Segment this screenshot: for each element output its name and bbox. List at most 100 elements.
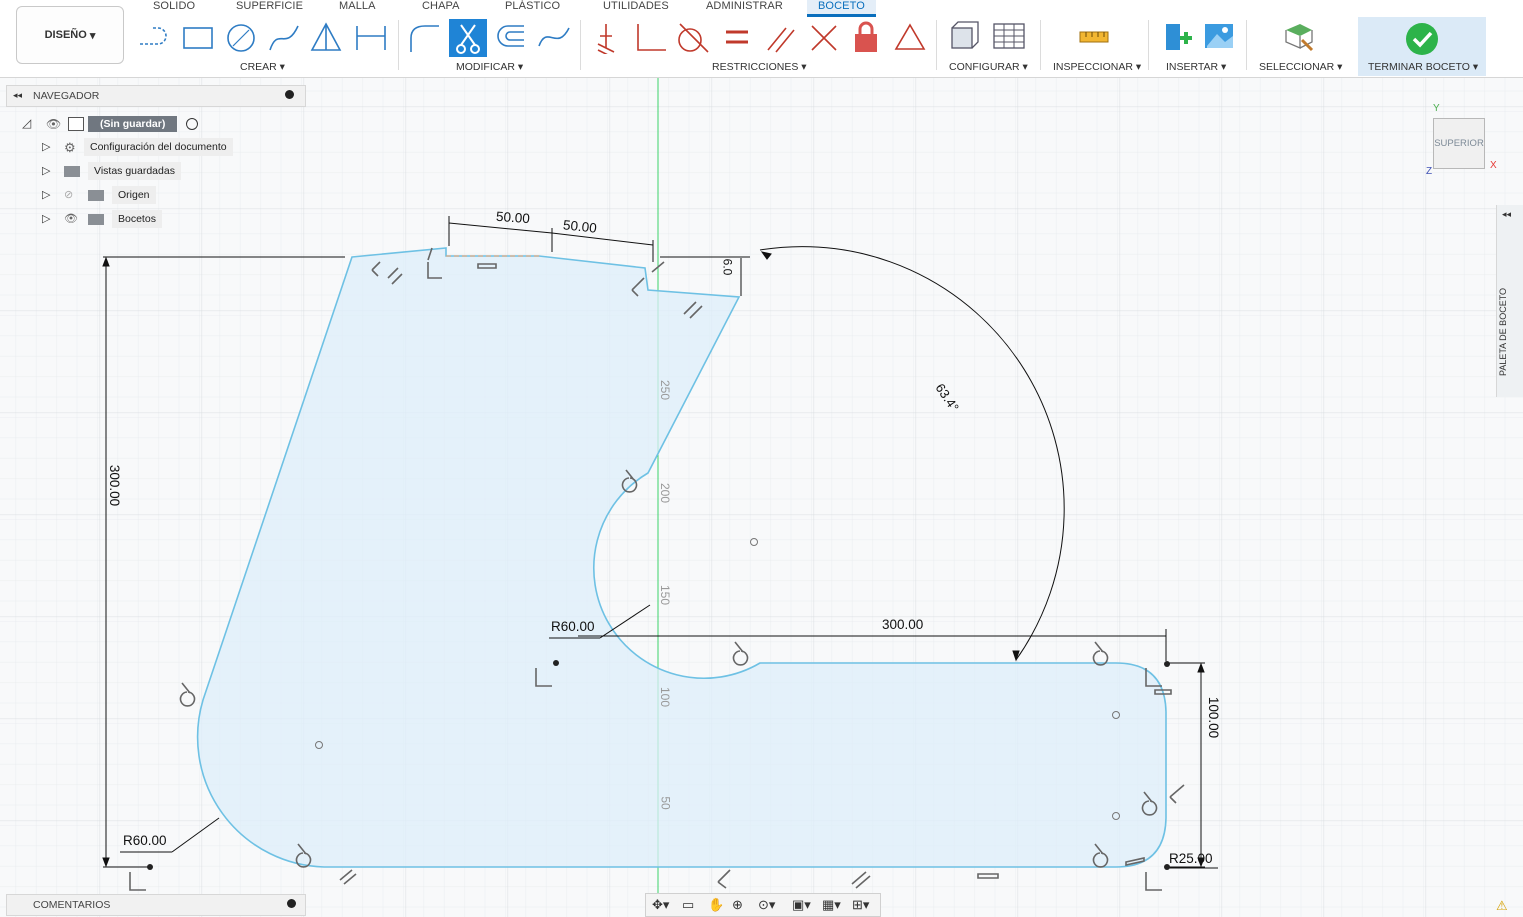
offset-icon[interactable] [494,22,528,54]
axis-tick: 200 [658,482,673,504]
separator [936,20,937,70]
warning-icon[interactable]: ⚠ [1496,898,1508,914]
dim-radius-inner[interactable]: R60.00 [551,619,595,634]
triangle-icon[interactable] [894,22,926,52]
folder-icon [88,214,104,225]
line-icon[interactable] [138,24,174,54]
configure-icon[interactable] [948,20,982,54]
table-icon[interactable] [992,20,1026,54]
comments-panel[interactable]: COMENTARIOS [6,894,306,916]
expand-icon[interactable]: ▷ [42,188,50,201]
expand-icon[interactable]: ▷ [42,140,50,153]
insert-part-icon[interactable] [1160,20,1194,54]
axis-y-label: Y [1433,103,1440,114]
tab-malla[interactable]: MALLA [339,0,376,12]
visibility-icon[interactable]: 👁 [46,117,61,131]
group-seleccionar[interactable]: SELECCIONAR ▾ [1259,61,1342,73]
tab-solido[interactable]: SOLIDO [153,0,195,12]
separator [1246,20,1247,70]
group-restricciones[interactable]: RESTRICCIONES ▾ [712,61,807,73]
zoom-icon[interactable]: ⊕ [732,897,743,913]
measure-icon[interactable] [1078,28,1110,48]
dim-height-lower[interactable]: 100.00 [1206,697,1221,738]
axis-tick: 150 [658,584,673,606]
group-crear[interactable]: CREAR ▾ [240,61,285,73]
expand-icon[interactable]: ◿ [22,116,31,130]
navigation-toolbar: ✥▾ ▭ ✋ ⊕ ⊙▾ ▣▾ ▦▾ ⊞▾ [645,893,881,917]
dim-height[interactable]: 300.00 [107,465,122,506]
midpoint-icon[interactable] [808,22,840,54]
orbit-icon[interactable]: ✥▾ [652,897,669,913]
separator [580,20,581,70]
activate-icon[interactable] [186,118,198,130]
tab-administrar[interactable]: ADMINISTRAR [706,0,783,12]
expand-icon[interactable]: ▷ [42,212,50,225]
sketch-canvas[interactable]: 50.00 50.00 6.0 63.4° 300.00 300.00 100.… [0,78,1523,917]
rectangle-icon[interactable] [182,24,216,54]
add-comment-icon[interactable] [287,899,296,908]
folder-icon [88,190,104,201]
axis-tick: 250 [658,379,673,401]
dim-radius-bottom-left[interactable]: R60.00 [123,833,167,848]
navigator-panel: ◂◂ NAVEGADOR [6,85,306,107]
expand-palette-icon[interactable]: ◂◂ [1502,209,1511,220]
collapse-icon[interactable]: ◂◂ [13,90,22,101]
dim-radius-corner[interactable]: R25.00 [1169,851,1213,866]
tab-chapa[interactable]: CHAPA [422,0,460,12]
pan-icon[interactable]: ✋ [708,897,724,913]
dimension-icon[interactable] [354,22,388,54]
group-configurar[interactable]: CONFIGURAR ▾ [949,61,1028,73]
axis-z-label: Z [1426,166,1433,177]
viewports-icon[interactable]: ⊞▾ [852,897,869,913]
group-modificar[interactable]: MODIFICAR ▾ [456,61,523,73]
spline-icon[interactable] [268,22,302,54]
dim-width-lower[interactable]: 300.00 [882,617,923,632]
axis-x-label: X [1490,160,1497,171]
dim-small-right[interactable]: 6.0 [720,259,734,276]
component-icon [68,117,84,131]
dim-top-left[interactable]: 50.00 [496,209,531,226]
scissors-icon [456,24,480,54]
display-settings-icon[interactable]: ▣▾ [792,897,811,913]
folder-icon [64,166,80,177]
palette-label: PALETA DE BOCETO [1498,287,1508,376]
fillet-icon[interactable] [407,22,441,54]
trim-tool-active[interactable] [449,19,487,57]
select-icon[interactable] [1282,20,1316,54]
view-cube-face[interactable]: SUPERIOR [1434,138,1484,149]
workspace-switcher[interactable]: DISEÑO ▾ [16,6,124,64]
polygon-icon[interactable] [310,22,344,54]
tab-plastico[interactable]: PLÁSTICO [505,0,560,12]
navigator-item-label: Bocetos [112,210,162,228]
tab-utilidades[interactable]: UTILIDADES [603,0,669,12]
circle-icon[interactable] [225,22,259,54]
gear-icon: ⚙ [64,140,76,155]
equal-icon[interactable] [722,28,752,48]
insert-image-icon[interactable] [1203,20,1235,52]
tab-superficie[interactable]: SUPERFICIE [236,0,303,12]
expand-icon[interactable]: ▷ [42,164,50,177]
comments-label: COMENTARIOS [33,899,111,911]
parallel-icon[interactable] [764,22,798,54]
navigator-item-label: Configuración del documento [84,138,233,156]
look-at-icon[interactable]: ▭ [682,897,694,913]
visibility-icon[interactable]: 👁 [64,212,78,225]
lock-icon[interactable] [852,20,880,54]
group-terminar-boceto[interactable]: TERMINAR BOCETO ▾ [1368,61,1478,73]
hidden-eye-icon[interactable]: ⊘ [64,188,73,201]
root-label[interactable]: (Sin guardar) [88,116,178,132]
separator [1148,20,1149,70]
navigator-title: NAVEGADOR [33,90,100,102]
tangent-icon[interactable] [676,22,710,54]
coincident-icon[interactable] [594,22,620,54]
tab-boceto[interactable]: BOCETO [807,0,876,17]
fit-icon[interactable]: ⊙▾ [758,897,775,913]
mirror-icon[interactable] [537,22,571,54]
ribbon-toolbar: SOLIDO SUPERFICIE MALLA CHAPA PLÁSTICO U… [0,0,1523,78]
perpendicular-icon[interactable] [632,22,668,54]
group-inspeccionar[interactable]: INSPECCIONAR ▾ [1053,61,1141,73]
view-cube[interactable]: SUPERIOR [1433,118,1485,169]
grid-settings-icon[interactable]: ▦▾ [822,897,841,913]
navigator-toggle-icon[interactable] [285,90,294,99]
group-insertar[interactable]: INSERTAR ▾ [1166,61,1226,73]
